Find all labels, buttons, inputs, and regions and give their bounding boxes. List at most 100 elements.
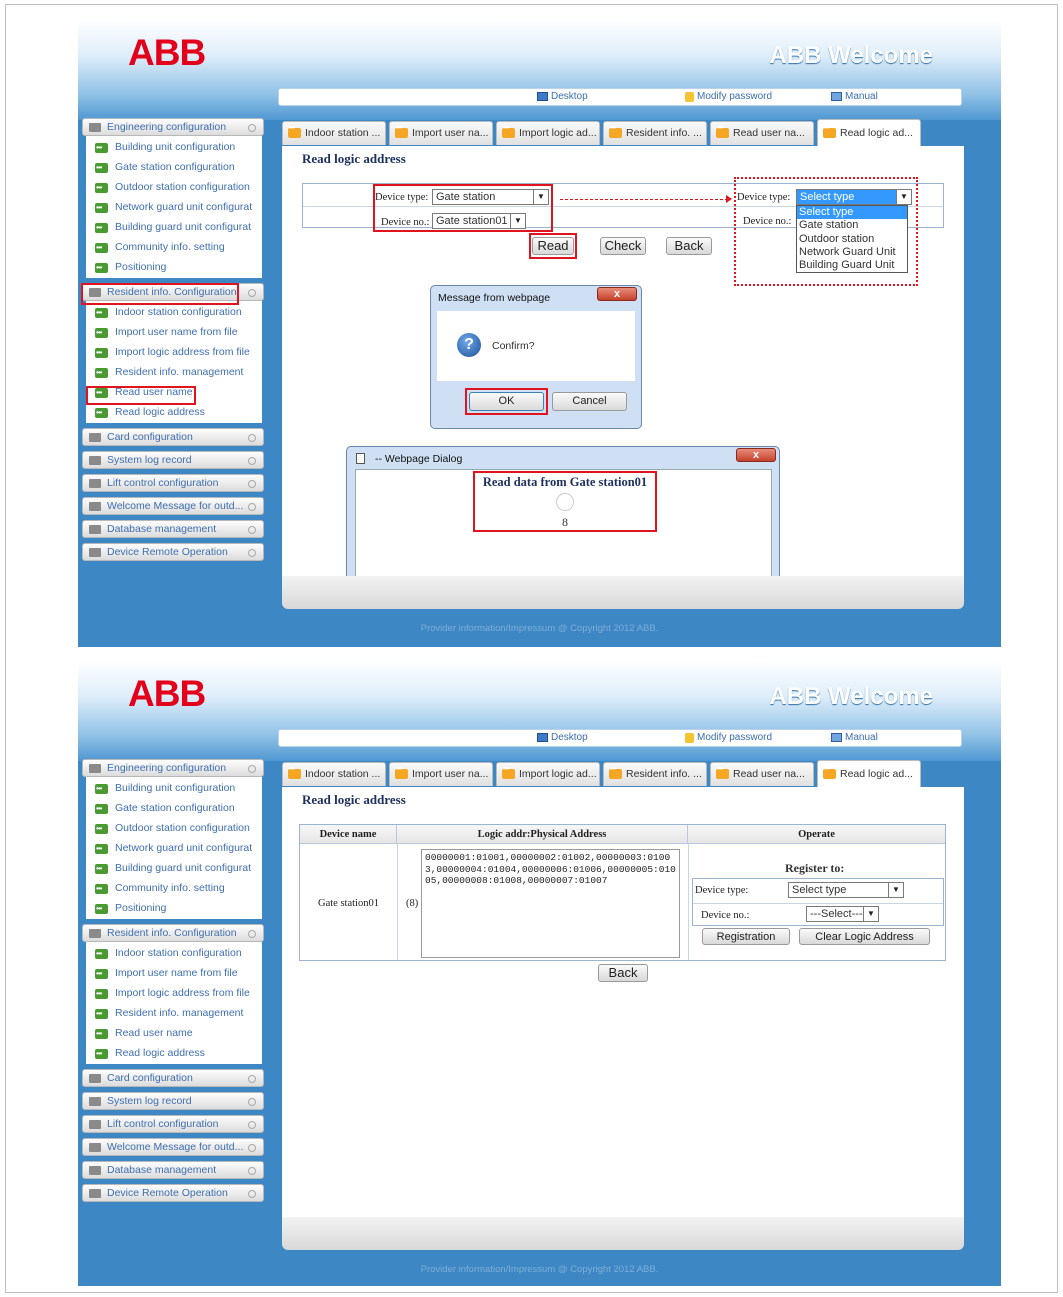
expand-icon[interactable] bbox=[248, 1121, 256, 1129]
expand-icon[interactable] bbox=[248, 434, 256, 442]
section-lift[interactable]: Lift control configuration bbox=[82, 1115, 264, 1133]
section-resident[interactable]: Resident info. Configuration bbox=[82, 924, 264, 942]
sidebar-item[interactable]: Positioning bbox=[86, 898, 262, 918]
modify-password-link[interactable]: Modify password bbox=[685, 732, 772, 743]
expand-icon[interactable] bbox=[248, 1190, 256, 1198]
lock-icon bbox=[685, 91, 694, 102]
sidebar-item[interactable]: Building unit configuration bbox=[86, 137, 262, 157]
tab-import-logic-address[interactable]: Import logic ad... bbox=[496, 121, 600, 145]
sidebar-item[interactable]: Network guard unit configurat bbox=[86, 838, 262, 858]
section-welcome-msg[interactable]: Welcome Message for outd... bbox=[82, 497, 264, 515]
expand-icon[interactable] bbox=[248, 480, 256, 488]
expand-icon[interactable] bbox=[248, 1098, 256, 1106]
sidebar-item[interactable]: Gate station configuration bbox=[86, 157, 262, 177]
webpage-dialog-title: -- Webpage Dialog bbox=[375, 453, 463, 465]
clear-logic-address-button[interactable]: Clear Logic Address bbox=[799, 928, 930, 945]
sidebar-item[interactable]: Building guard unit configurat bbox=[86, 217, 262, 237]
section-log[interactable]: System log record bbox=[82, 1092, 264, 1110]
manual-icon bbox=[831, 92, 842, 101]
sidebar-item[interactable]: Read user name bbox=[86, 1023, 262, 1043]
confirm-dialog-title: Message from webpage bbox=[438, 292, 551, 304]
collapse-icon[interactable] bbox=[248, 765, 256, 773]
item-icon bbox=[95, 964, 108, 983]
tab-read-logic-address[interactable]: Read logic ad... bbox=[817, 119, 921, 146]
tab-resident-info[interactable]: Resident info. ... bbox=[603, 762, 707, 786]
tab-import-user-name[interactable]: Import user na... bbox=[389, 121, 493, 145]
sidebar-item[interactable]: Building unit configuration bbox=[86, 778, 262, 798]
tab-indoor-station[interactable]: Indoor station ... bbox=[282, 762, 386, 786]
sidebar-item[interactable]: Import user name from file bbox=[86, 322, 262, 342]
registration-button[interactable]: Registration bbox=[702, 928, 790, 945]
manual-link[interactable]: Manual bbox=[831, 732, 878, 743]
section-engineering[interactable]: Engineering configuration bbox=[82, 759, 264, 777]
section-welcome-msg[interactable]: Welcome Message for outd... bbox=[82, 1138, 264, 1156]
section-database[interactable]: Database management bbox=[82, 1161, 264, 1179]
item-icon bbox=[95, 839, 108, 858]
sidebar-item[interactable]: Community info. setting bbox=[86, 237, 262, 257]
sidebar-item[interactable]: Outdoor station configuration bbox=[86, 177, 262, 197]
folder-icon bbox=[89, 433, 101, 442]
section-engineering[interactable]: Engineering configuration bbox=[82, 118, 264, 136]
sidebar-item[interactable]: Import logic address from file bbox=[86, 342, 262, 362]
manual-link[interactable]: Manual bbox=[831, 91, 878, 102]
arrow-head-icon bbox=[726, 195, 732, 203]
sidebar-item[interactable]: Import user name from file bbox=[86, 963, 262, 983]
sidebar-item[interactable]: Resident info. management bbox=[86, 362, 262, 382]
sidebar-item[interactable]: Indoor station configuration bbox=[86, 943, 262, 963]
section-card[interactable]: Card configuration bbox=[82, 1069, 264, 1087]
sidebar-item[interactable]: Gate station configuration bbox=[86, 798, 262, 818]
expand-icon[interactable] bbox=[248, 503, 256, 511]
expand-icon[interactable] bbox=[248, 1144, 256, 1152]
tab-resident-info[interactable]: Resident info. ... bbox=[603, 121, 707, 145]
folder-icon bbox=[89, 123, 101, 132]
sidebar-item[interactable]: Indoor station configuration bbox=[86, 302, 262, 322]
close-icon[interactable]: x bbox=[736, 448, 776, 462]
reg-device-no-select[interactable]: ---Select--- ▼ bbox=[806, 906, 879, 922]
page-title: Read logic address bbox=[302, 151, 406, 166]
tab-import-user-name[interactable]: Import user na... bbox=[389, 762, 493, 786]
collapse-icon[interactable] bbox=[248, 930, 256, 938]
section-log[interactable]: System log record bbox=[82, 451, 264, 469]
desktop-link[interactable]: Desktop bbox=[537, 732, 588, 743]
cancel-button[interactable]: Cancel bbox=[552, 392, 627, 411]
section-lift[interactable]: Lift control configuration bbox=[82, 474, 264, 492]
desktop-link[interactable]: Desktop bbox=[537, 91, 588, 102]
sidebar-item[interactable]: Positioning bbox=[86, 257, 262, 277]
sidebar-item[interactable]: Read logic address bbox=[86, 1043, 262, 1063]
tab-import-logic-address[interactable]: Import logic ad... bbox=[496, 762, 600, 786]
sidebar-item[interactable]: Network guard unit configurat bbox=[86, 197, 262, 217]
sidebar-item[interactable]: Resident info. management bbox=[86, 1003, 262, 1023]
tab-read-user-name[interactable]: Read user na... bbox=[710, 762, 814, 786]
panel-footer bbox=[282, 576, 964, 609]
modify-password-link[interactable]: Modify password bbox=[685, 91, 772, 102]
collapse-icon[interactable] bbox=[248, 124, 256, 132]
reg-device-type-select[interactable]: Select type ▼ bbox=[788, 882, 904, 898]
back-button[interactable]: Back bbox=[598, 964, 648, 982]
close-icon[interactable]: x bbox=[597, 287, 637, 301]
check-button[interactable]: Check bbox=[600, 237, 646, 255]
section-database[interactable]: Database management bbox=[82, 520, 264, 538]
tab-indoor-station[interactable]: Indoor station ... bbox=[282, 121, 386, 145]
tab-read-user-name[interactable]: Read user na... bbox=[710, 121, 814, 145]
expand-icon[interactable] bbox=[248, 549, 256, 557]
section-card[interactable]: Card configuration bbox=[82, 428, 264, 446]
expand-icon[interactable] bbox=[248, 457, 256, 465]
tab-read-logic-address[interactable]: Read logic ad... bbox=[817, 760, 921, 787]
back-button[interactable]: Back bbox=[666, 237, 712, 255]
sidebar: Engineering configuration Building unit … bbox=[82, 759, 264, 1207]
collapse-icon[interactable] bbox=[248, 289, 256, 297]
sidebar-item[interactable]: Outdoor station configuration bbox=[86, 818, 262, 838]
section-remote[interactable]: Device Remote Operation bbox=[82, 543, 264, 561]
highlight-read-button bbox=[529, 233, 577, 259]
expand-icon[interactable] bbox=[248, 1075, 256, 1083]
address-textarea[interactable]: 00000001:01001,00000002:01002,00000003:0… bbox=[421, 849, 680, 958]
sidebar-item[interactable]: Import logic address from file bbox=[86, 983, 262, 1003]
expand-icon[interactable] bbox=[248, 526, 256, 534]
item-icon bbox=[95, 218, 108, 237]
sidebar-item[interactable]: Read logic address bbox=[86, 402, 262, 422]
sidebar-item[interactable]: Community info. setting bbox=[86, 878, 262, 898]
tab-icon bbox=[823, 764, 836, 779]
section-remote[interactable]: Device Remote Operation bbox=[82, 1184, 264, 1202]
sidebar-item[interactable]: Building guard unit configurat bbox=[86, 858, 262, 878]
expand-icon[interactable] bbox=[248, 1167, 256, 1175]
